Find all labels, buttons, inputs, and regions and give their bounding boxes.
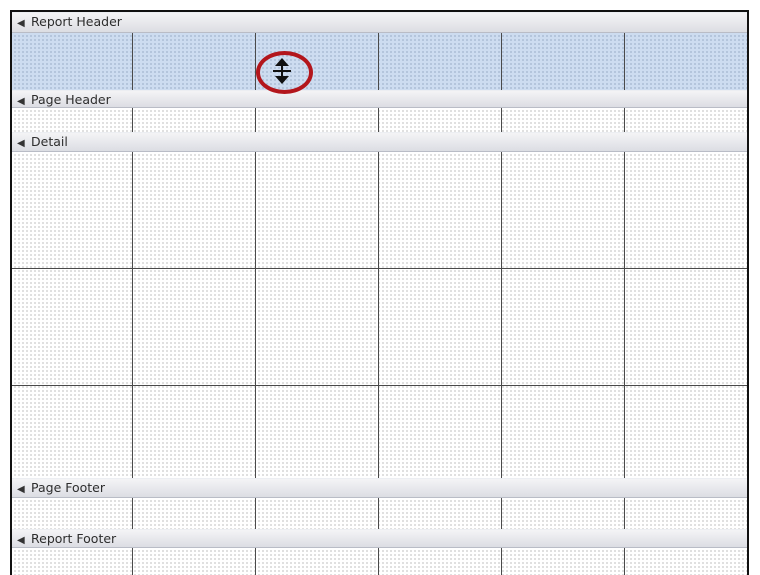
section-expand-icon: ◀ (17, 484, 25, 495)
section-bar-page-footer[interactable]: ◀ Page Footer (12, 478, 747, 498)
section-bar-detail[interactable]: ◀ Detail (12, 132, 747, 152)
section-label: Page Header (31, 92, 111, 107)
detail-area[interactable] (12, 152, 747, 478)
page-footer-area[interactable] (12, 498, 747, 529)
section-bar-report-footer[interactable]: ◀ Report Footer (12, 529, 747, 548)
report-header-area[interactable] (12, 33, 747, 90)
section-label: Report Header (31, 14, 122, 29)
page-header-area[interactable] (12, 108, 747, 132)
section-expand-icon: ◀ (17, 18, 25, 29)
report-footer-area[interactable] (12, 548, 747, 575)
section-expand-icon: ◀ (17, 535, 25, 546)
section-bar-report-header[interactable]: ◀ Report Header (12, 12, 747, 33)
section-bar-page-header[interactable]: ◀ Page Header (12, 90, 747, 108)
section-label: Page Footer (31, 480, 106, 495)
section-label: Report Footer (31, 531, 117, 546)
section-expand-icon: ◀ (17, 138, 25, 149)
section-label: Detail (31, 134, 68, 149)
highlight-circle (256, 51, 313, 94)
report-design-view: ◀Report Header ◀Page Header ◀Detail ◀ (10, 10, 749, 575)
